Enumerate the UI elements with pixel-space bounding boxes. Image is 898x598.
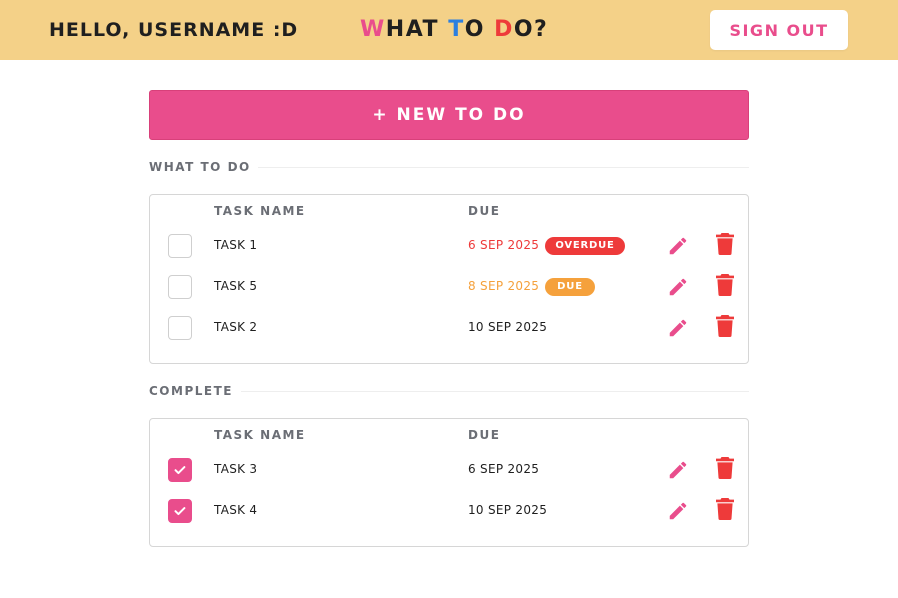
sign-out-button[interactable]: SIGN OUT <box>710 10 848 50</box>
column-header-due: DUE <box>468 204 501 218</box>
pencil-icon[interactable] <box>667 276 689 298</box>
check-icon <box>174 507 186 516</box>
overdue-badge: OVERDUE <box>545 237 625 255</box>
greeting-text: HELLO, USERNAME :D <box>49 19 299 41</box>
trash-icon[interactable] <box>715 233 735 255</box>
title-part-o: O <box>464 17 495 42</box>
column-header-task-name: TASK NAME <box>214 428 306 442</box>
trash-icon[interactable] <box>715 315 735 337</box>
section-divider <box>258 167 749 168</box>
task-due-date: 8 SEP 2025 <box>468 279 540 293</box>
task-row: TASK 1 6 SEP 2025 OVERDUE <box>150 226 748 267</box>
column-header-due: DUE <box>468 428 501 442</box>
top-bar: HELLO, USERNAME :D WHAT TO DO? SIGN OUT <box>0 0 898 60</box>
task-row: TASK 4 10 SEP 2025 <box>150 491 748 532</box>
task-due-date: 10 SEP 2025 <box>468 503 548 517</box>
pencil-icon[interactable] <box>667 235 689 257</box>
task-checkbox[interactable] <box>168 234 192 258</box>
title-letter-w: W <box>360 17 386 42</box>
task-due-date: 6 SEP 2025 <box>468 238 540 252</box>
task-row: TASK 5 8 SEP 2025 DUE <box>150 267 748 308</box>
task-name: TASK 4 <box>214 503 258 517</box>
pencil-icon[interactable] <box>667 459 689 481</box>
check-icon <box>174 466 186 475</box>
section-label-what-to-do: WHAT TO DO <box>149 160 251 174</box>
task-checkbox[interactable] <box>168 499 192 523</box>
trash-icon[interactable] <box>715 498 735 520</box>
task-checkbox[interactable] <box>168 275 192 299</box>
task-checkbox[interactable] <box>168 458 192 482</box>
title-part-hat: HAT <box>385 17 449 42</box>
due-badge: DUE <box>545 278 595 296</box>
trash-icon[interactable] <box>715 457 735 479</box>
column-header-task-name: TASK NAME <box>214 204 306 218</box>
new-todo-button[interactable]: + NEW TO DO <box>149 90 749 140</box>
task-row: TASK 3 6 SEP 2025 <box>150 450 748 491</box>
task-name: TASK 1 <box>214 238 258 252</box>
title-letter-d: D <box>494 17 514 42</box>
section-divider <box>241 391 749 392</box>
task-due-date: 6 SEP 2025 <box>468 462 540 476</box>
trash-icon[interactable] <box>715 274 735 296</box>
task-checkbox[interactable] <box>168 316 192 340</box>
title-part-o-question: O? <box>513 17 549 42</box>
task-name: TASK 5 <box>214 279 258 293</box>
task-name: TASK 2 <box>214 320 258 334</box>
pencil-icon[interactable] <box>667 317 689 339</box>
app-title: WHAT TO DO? <box>360 17 548 42</box>
todo-card: TASK NAME DUE TASK 1 6 SEP 2025 OVERDUE … <box>149 194 749 364</box>
task-due-date: 10 SEP 2025 <box>468 320 548 334</box>
title-letter-t: T <box>448 17 465 42</box>
section-label-complete: COMPLETE <box>149 384 233 398</box>
pencil-icon[interactable] <box>667 500 689 522</box>
complete-card: TASK NAME DUE TASK 3 6 SEP 2025 TASK 4 1… <box>149 418 749 547</box>
task-name: TASK 3 <box>214 462 258 476</box>
task-row: TASK 2 10 SEP 2025 <box>150 308 748 349</box>
